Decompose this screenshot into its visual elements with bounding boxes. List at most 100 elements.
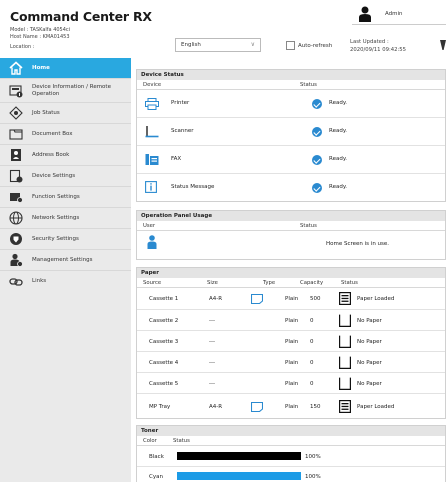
last-updated-label: Last Updated : [350,39,389,45]
paper-type: Plain [285,296,299,302]
paper-type: Plain [285,404,299,410]
paper-capacity: 0 [310,318,314,324]
col-size: Size [207,280,218,286]
chevron-down-icon: ∨ [250,41,255,48]
info-icon [145,181,157,193]
col-device: Device [143,82,162,88]
document-box-icon [9,129,23,140]
paper-status: Paper Loaded [357,404,395,410]
paper-status: Paper Loaded [357,296,395,302]
paper-title: Paper [137,268,445,278]
function-settings-icon [10,193,23,203]
toner-panel: Toner Color Status Black 100% Cyan 100% [136,425,446,482]
panel-usage-header: User Status [137,221,445,231]
sidebar-item-label: Security Settings [32,235,79,242]
paper-header: Source Size Type Capacity Status [137,278,445,288]
device-status-header: Device Status [137,80,445,90]
toner-row-cyan: Cyan 100% [137,467,445,482]
device-row-printer: Printer Ready. [137,90,445,118]
device-name: Status Message [171,184,215,190]
pin-icon[interactable] [440,40,446,50]
header: Command Center RX Model : TASKalfa 4054c… [0,0,446,58]
device-settings-icon [9,169,23,183]
sidebar-item-job-status[interactable]: Job Status [0,103,131,124]
sidebar-item-address-book[interactable]: Address Book [0,145,131,166]
sidebar-item-management-settings[interactable]: Management Settings [0,250,131,271]
job-status-icon [9,106,23,120]
device-status-panel: Device Status Device Status Printer Read… [136,69,446,202]
sidebar-item-device-information[interactable]: Device Information / Remote Operation [0,79,131,103]
app-title: Command Center RX [10,9,152,24]
sidebar-item-label: Network Settings [32,214,80,221]
paper-size: --- [209,318,215,324]
auto-refresh-checkbox[interactable] [286,41,295,50]
security-shield-icon [10,233,22,245]
ready-check-icon [312,99,322,109]
paper-capacity: 150 [310,404,321,410]
panel-user-icon [147,235,157,249]
col-status: Status [173,438,190,444]
user-name[interactable]: Admin [385,11,403,17]
home-icon [9,61,23,75]
fax-icon [145,154,159,165]
toner-level-bar-black [177,452,301,460]
paper-capacity: 500 [310,296,321,302]
sidebar-item-function-settings[interactable]: Function Settings [0,187,131,208]
paper-sheet-icon [251,294,263,304]
paper-size: --- [209,339,215,345]
device-name: FAX [171,156,182,162]
sidebar-item-label: Function Settings [32,193,80,200]
paper-row-cassette-3: Cassette 3 --- Plain 0 No Paper [137,331,445,352]
sidebar-item-label: Device Information / Remote Operation [32,83,111,97]
device-name: Scanner [171,128,194,134]
panel-usage-title: Operation Panel Usage [137,211,445,221]
user-icon [359,6,371,22]
panel-usage-status: Home Screen is in use. [326,241,390,247]
col-status: Status [341,280,358,286]
toner-color: Cyan [149,474,163,480]
sidebar-item-label: Links [32,278,47,284]
device-row-status-message: Status Message Ready. [137,174,445,202]
paper-status: No Paper [357,381,382,387]
device-status: Ready. [329,100,348,106]
ready-check-icon [312,183,322,193]
col-color: Color [143,438,157,444]
ready-check-icon [312,127,322,137]
sidebar-item-document-box[interactable]: Document Box [0,124,131,145]
paper-type: Plain [285,318,299,324]
paper-row-cassette-1: Cassette 1 A4-R Plain 500 Paper Loaded [137,288,445,310]
no-paper-icon [339,335,351,348]
user-divider [352,24,446,25]
paper-status: No Paper [357,318,382,324]
paper-loaded-icon [339,292,351,305]
col-source: Source [143,280,162,286]
sidebar-item-security-settings[interactable]: Security Settings [0,229,131,250]
col-type: Type [263,280,276,286]
paper-size: A4-R [209,404,223,410]
paper-sheet-icon [251,402,263,412]
device-name: Printer [171,100,190,106]
sidebar-item-home[interactable]: Home [0,58,131,79]
sidebar-item-links[interactable]: Links [0,271,131,292]
sidebar-item-device-settings[interactable]: Device Settings [0,166,131,187]
location-label: Location : [10,44,35,50]
panel-usage-row: Home Screen is in use. [137,231,445,259]
sidebar-item-label: Device Settings [32,172,76,179]
sidebar-item-network-settings[interactable]: Network Settings [0,208,131,229]
paper-row-cassette-4: Cassette 4 --- Plain 0 No Paper [137,352,445,373]
model-label: Model : TASKalfa 4054ci [10,27,71,33]
no-paper-icon [339,377,351,390]
paper-source: MP Tray [149,404,171,410]
last-updated-value: 2020/09/11 09:42:55 [350,47,407,53]
link-icon [9,277,23,286]
toner-level: 100% [305,474,321,480]
printer-icon [145,98,159,110]
language-select[interactable]: English ∨ [175,38,261,52]
device-info-icon [9,84,23,97]
paper-source: Cassette 5 [149,381,179,387]
sidebar-item-label: Job Status [32,109,60,116]
management-user-icon [10,253,23,267]
paper-source: Cassette 1 [149,296,179,302]
auto-refresh[interactable]: Auto-refresh [286,41,332,50]
device-status: Ready. [329,156,348,162]
